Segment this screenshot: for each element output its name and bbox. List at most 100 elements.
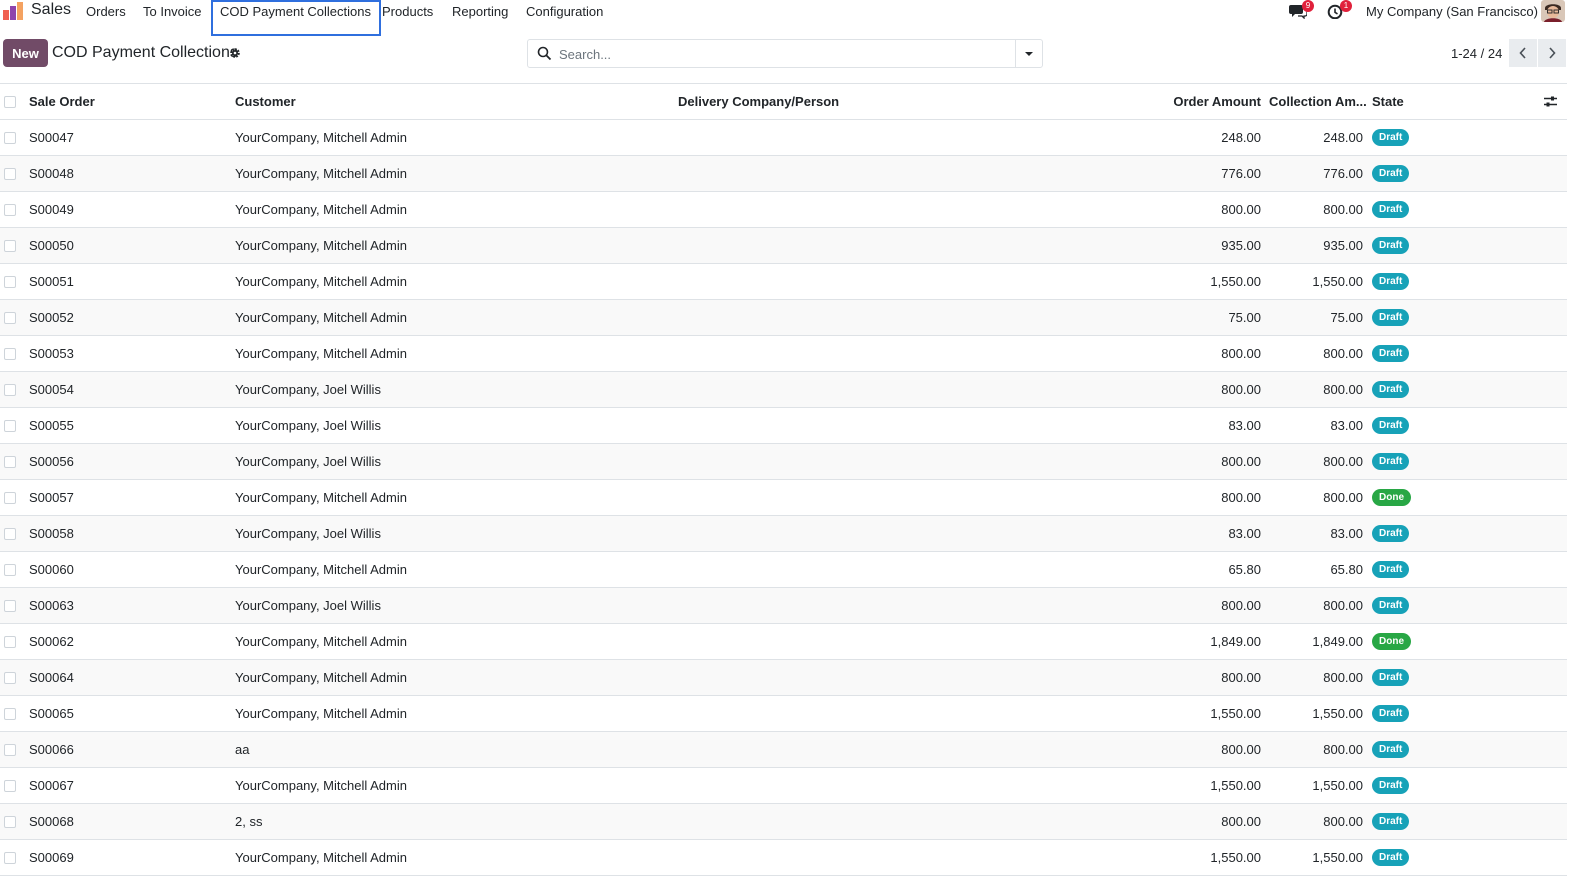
row-checkbox[interactable] [4, 563, 16, 576]
status-badge: Draft [1372, 165, 1410, 182]
table-row[interactable]: S00052 YourCompany, Mitchell Admin 75.00 75… [0, 300, 1567, 336]
table-row[interactable]: S00053 YourCompany, Mitchell Admin 800.00 8… [0, 336, 1567, 372]
search-options-toggle[interactable] [1015, 40, 1042, 67]
row-checkbox[interactable] [4, 167, 16, 180]
search-input[interactable] [557, 45, 1007, 63]
table-row[interactable]: S00051 YourCompany, Mitchell Admin 1,550.0… [0, 264, 1567, 300]
cell-sale-order: S00055 [29, 418, 74, 433]
row-checkbox[interactable] [4, 527, 16, 540]
table-row[interactable]: S00058 YourCompany, Joel Willis 83.00 83.00… [0, 516, 1567, 552]
table-row[interactable]: S00056 YourCompany, Joel Willis 800.00 800.… [0, 444, 1567, 480]
cell-state: Draft [1372, 408, 1410, 443]
menu-products[interactable]: Products [382, 4, 433, 19]
cell-order-amount: 800.00 [1221, 814, 1261, 829]
cell-order-amount: 800.00 [1221, 598, 1261, 613]
table-row[interactable]: S00065 YourCompany, Mitchell Admin 1,550.0… [0, 696, 1567, 732]
status-badge: Draft [1372, 453, 1410, 470]
status-badge: Draft [1372, 525, 1410, 542]
status-badge: Draft [1372, 381, 1410, 398]
pager-previous-button[interactable] [1509, 39, 1537, 67]
table-row[interactable]: S00054 YourCompany, Joel Willis 800.00 800.… [0, 372, 1567, 408]
menu-orders[interactable]: Orders [86, 4, 126, 19]
row-checkbox[interactable] [4, 203, 16, 216]
table-row[interactable]: S00055 YourCompany, Joel Willis 83.00 83.00… [0, 408, 1567, 444]
menu-reporting[interactable]: Reporting [452, 4, 508, 19]
row-checkbox[interactable] [4, 635, 16, 648]
cell-order-amount: 935.00 [1221, 238, 1261, 253]
table-row[interactable]: S00068 2, ss 800.00 800.00 Draft [0, 804, 1567, 840]
header-customer[interactable]: Customer [235, 84, 296, 119]
cell-sale-order: S00064 [29, 670, 74, 685]
cell-state: Draft [1372, 156, 1410, 191]
table-row[interactable]: S00062 YourCompany, Mitchell Admin 1,849.0… [0, 624, 1567, 660]
cell-order-amount: 83.00 [1228, 418, 1261, 433]
row-checkbox[interactable] [4, 743, 16, 756]
row-checkbox[interactable] [4, 779, 16, 792]
company-switcher[interactable]: My Company (San Francisco) [1366, 4, 1538, 19]
table-row[interactable]: S00049 YourCompany, Mitchell Admin 800.00 8… [0, 192, 1567, 228]
cell-customer: YourCompany, Joel Willis [235, 382, 381, 397]
search-bar [527, 39, 1043, 68]
cell-collection-amount: 75.00 [1330, 310, 1363, 325]
table-row[interactable]: S00050 YourCompany, Mitchell Admin 935.00 9… [0, 228, 1567, 264]
row-checkbox[interactable] [4, 815, 16, 828]
row-checkbox[interactable] [4, 491, 16, 504]
cell-sale-order: S00057 [29, 490, 74, 505]
cell-collection-amount: 1,550.00 [1312, 778, 1363, 793]
app-name[interactable]: Sales [31, 1, 71, 19]
cell-collection-amount: 800.00 [1323, 742, 1363, 757]
cell-order-amount: 800.00 [1221, 454, 1261, 469]
pager-value[interactable]: 1-24 / 24 [1451, 46, 1502, 61]
table-row[interactable]: S00067 YourCompany, Mitchell Admin 1,550.0… [0, 768, 1567, 804]
header-delivery[interactable]: Delivery Company/Person [678, 84, 839, 119]
row-checkbox[interactable] [4, 851, 16, 864]
table-row[interactable]: S00060 YourCompany, Mitchell Admin 65.80 65… [0, 552, 1567, 588]
table-row[interactable]: S00064 YourCompany, Mitchell Admin 800.00 8… [0, 660, 1567, 696]
cell-sale-order: S00066 [29, 742, 74, 757]
caret-down-icon [1025, 51, 1033, 56]
app-logo-icon[interactable] [3, 2, 23, 20]
menu-cod-payment-collections[interactable]: COD Payment Collections [211, 0, 381, 36]
cell-customer: YourCompany, Mitchell Admin [235, 202, 407, 217]
status-badge: Draft [1372, 849, 1410, 866]
row-checkbox[interactable] [4, 311, 16, 324]
status-badge: Draft [1372, 273, 1410, 290]
optional-columns-icon[interactable] [1543, 94, 1558, 109]
table-row[interactable]: S00047 YourCompany, Mitchell Admin 248.00 2… [0, 120, 1567, 156]
header-collection-amount[interactable]: Collection Am... [1269, 84, 1367, 119]
row-checkbox[interactable] [4, 599, 16, 612]
cell-collection-amount: 83.00 [1330, 418, 1363, 433]
menu-configuration[interactable]: Configuration [526, 4, 603, 19]
table-row[interactable]: S00048 YourCompany, Mitchell Admin 776.00 7… [0, 156, 1567, 192]
status-badge: Done [1372, 489, 1411, 506]
table-row[interactable]: S00069 YourCompany, Mitchell Admin 1,550.0… [0, 840, 1567, 876]
select-all-checkbox[interactable] [4, 95, 16, 108]
header-sale-order[interactable]: Sale Order [29, 84, 95, 119]
header-state[interactable]: State [1372, 84, 1404, 119]
table-row[interactable]: S00066 aa 800.00 800.00 Draft [0, 732, 1567, 768]
row-checkbox[interactable] [4, 671, 16, 684]
cell-customer: YourCompany, Joel Willis [235, 598, 381, 613]
cell-state: Draft [1372, 552, 1410, 587]
row-checkbox[interactable] [4, 131, 16, 144]
cell-customer: YourCompany, Mitchell Admin [235, 778, 407, 793]
cell-order-amount: 83.00 [1228, 526, 1261, 541]
gear-icon[interactable] [229, 47, 241, 59]
row-checkbox[interactable] [4, 707, 16, 720]
menu-to-invoice[interactable]: To Invoice [143, 4, 202, 19]
activities-button[interactable]: 1 [1327, 0, 1352, 20]
row-checkbox[interactable] [4, 275, 16, 288]
row-checkbox[interactable] [4, 419, 16, 432]
status-badge: Draft [1372, 417, 1410, 434]
messages-button[interactable]: 9 [1289, 0, 1314, 20]
row-checkbox[interactable] [4, 455, 16, 468]
row-checkbox[interactable] [4, 239, 16, 252]
row-checkbox[interactable] [4, 383, 16, 396]
pager-next-button[interactable] [1538, 39, 1566, 67]
table-row[interactable]: S00057 YourCompany, Mitchell Admin 800.00 8… [0, 480, 1567, 516]
new-button[interactable]: New [3, 39, 48, 67]
header-order-amount[interactable]: Order Amount [1150, 84, 1261, 119]
avatar[interactable] [1541, 0, 1565, 22]
table-row[interactable]: S00063 YourCompany, Joel Willis 800.00 800.… [0, 588, 1567, 624]
row-checkbox[interactable] [4, 347, 16, 360]
